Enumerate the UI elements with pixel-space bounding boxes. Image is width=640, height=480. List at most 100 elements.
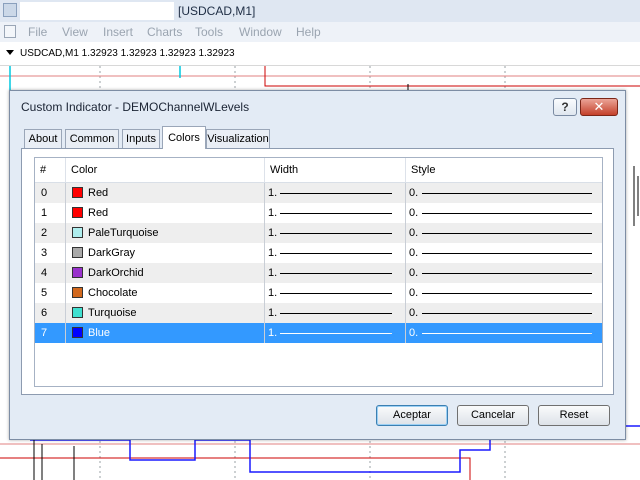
- tab-visualization[interactable]: Visualization: [206, 129, 270, 149]
- table-row[interactable]: 5 Chocolate 1. 0.: [35, 283, 602, 303]
- style-value[interactable]: 0.: [409, 183, 418, 203]
- style-line-preview: [422, 333, 592, 334]
- style-value[interactable]: 0.: [409, 303, 418, 323]
- color-name: Red: [88, 187, 109, 199]
- menu-charts[interactable]: Charts: [147, 25, 182, 39]
- window-title: [USDCAD,M1]: [178, 4, 256, 18]
- colors-list[interactable]: # Color Width Style 0 Red 1. 0. 1 Red 1. 0. 2 Pal…: [34, 157, 603, 387]
- chart-menu-arrow-icon[interactable]: [6, 50, 14, 55]
- ok-button[interactable]: Aceptar: [376, 405, 448, 426]
- color-picker-cell[interactable]: Red: [69, 183, 267, 203]
- column-header-width[interactable]: Width: [265, 158, 405, 182]
- color-name: DarkOrchid: [88, 267, 144, 279]
- width-line-preview: [280, 273, 392, 274]
- color-swatch: [72, 187, 83, 198]
- column-header-color[interactable]: Color: [66, 158, 264, 182]
- table-row[interactable]: 7 Blue 1. 0.: [35, 323, 602, 343]
- width-value[interactable]: 1.: [268, 323, 277, 343]
- width-value[interactable]: 1.: [268, 183, 277, 203]
- color-name: DarkGray: [88, 247, 136, 259]
- table-row[interactable]: 3 DarkGray 1. 0.: [35, 243, 602, 263]
- color-picker-cell[interactable]: Blue: [69, 323, 267, 343]
- width-line-preview: [280, 233, 392, 234]
- row-index: 5: [41, 287, 48, 299]
- menu-view[interactable]: View: [62, 25, 88, 39]
- style-value[interactable]: 0.: [409, 263, 418, 283]
- color-name: Turquoise: [88, 307, 137, 319]
- custom-indicator-dialog: Custom Indicator - DEMOChannelWLevels ? …: [9, 90, 626, 440]
- color-swatch: [72, 207, 83, 218]
- table-row[interactable]: 0 Red 1. 0.: [35, 183, 602, 203]
- width-value[interactable]: 1.: [268, 283, 277, 303]
- style-line-preview: [422, 193, 592, 194]
- help-button[interactable]: ?: [553, 98, 577, 116]
- column-header-index[interactable]: #: [35, 158, 65, 182]
- table-row[interactable]: 6 Turquoise 1. 0.: [35, 303, 602, 323]
- row-index: 0: [41, 187, 48, 199]
- style-line-preview: [422, 273, 592, 274]
- color-swatch: [72, 227, 83, 238]
- dialog-title: Custom Indicator - DEMOChannelWLevels: [21, 100, 250, 114]
- width-value[interactable]: 1.: [268, 303, 277, 323]
- title-redacted-area: [20, 2, 174, 20]
- width-value[interactable]: 1.: [268, 223, 277, 243]
- menu-bar: File View Insert Charts Tools Window Hel…: [0, 22, 640, 42]
- cancel-button[interactable]: Cancelar: [457, 405, 529, 426]
- width-value[interactable]: 1.: [268, 243, 277, 263]
- style-line-preview: [422, 213, 592, 214]
- menu-window[interactable]: Window: [239, 25, 282, 39]
- color-swatch: [72, 307, 83, 318]
- width-line-preview: [280, 193, 392, 194]
- table-row[interactable]: 1 Red 1. 0.: [35, 203, 602, 223]
- color-swatch: [72, 247, 83, 258]
- table-row[interactable]: 2 PaleTurquoise 1. 0.: [35, 223, 602, 243]
- width-value[interactable]: 1.: [268, 263, 277, 283]
- color-picker-cell[interactable]: DarkOrchid: [69, 263, 267, 283]
- tab-about[interactable]: About: [24, 129, 62, 149]
- chart-symbol-label: USDCAD,M1 1.32923 1.32923 1.32923 1.3292…: [20, 48, 235, 59]
- menu-file[interactable]: File: [28, 25, 47, 39]
- reset-button[interactable]: Reset: [538, 405, 610, 426]
- style-value[interactable]: 0.: [409, 203, 418, 223]
- style-value[interactable]: 0.: [409, 323, 418, 343]
- width-line-preview: [280, 253, 392, 254]
- style-line-preview: [422, 233, 592, 234]
- menu-insert[interactable]: Insert: [103, 25, 133, 39]
- color-picker-cell[interactable]: DarkGray: [69, 243, 267, 263]
- table-row[interactable]: 4 DarkOrchid 1. 0.: [35, 263, 602, 283]
- color-name: Blue: [88, 327, 111, 339]
- style-value[interactable]: 0.: [409, 223, 418, 243]
- row-index: 7: [41, 327, 48, 339]
- width-line-preview: [280, 213, 392, 214]
- color-picker-cell[interactable]: Red: [69, 203, 267, 223]
- color-swatch: [72, 267, 83, 278]
- color-picker-cell[interactable]: Turquoise: [69, 303, 267, 323]
- style-value[interactable]: 0.: [409, 283, 418, 303]
- tab-inputs[interactable]: Inputs: [122, 129, 160, 149]
- width-value[interactable]: 1.: [268, 203, 277, 223]
- color-swatch: [72, 327, 83, 338]
- style-line-preview: [422, 313, 592, 314]
- color-picker-cell[interactable]: Chocolate: [69, 283, 267, 303]
- style-value[interactable]: 0.: [409, 243, 418, 263]
- app-icon: [3, 3, 17, 17]
- row-index: 4: [41, 267, 48, 279]
- color-name: Chocolate: [88, 287, 138, 299]
- color-name: Red: [88, 207, 109, 219]
- row-index: 1: [41, 207, 48, 219]
- close-button[interactable]: ✕: [580, 98, 618, 116]
- color-swatch: [72, 287, 83, 298]
- title-bar: [USDCAD,M1]: [0, 0, 640, 22]
- row-index: 3: [41, 247, 48, 259]
- tab-common[interactable]: Common: [65, 129, 119, 149]
- menu-tools[interactable]: Tools: [195, 25, 223, 39]
- list-header: # Color Width Style: [35, 158, 602, 183]
- width-line-preview: [280, 293, 392, 294]
- row-index: 6: [41, 307, 48, 319]
- menu-help[interactable]: Help: [296, 25, 321, 39]
- tab-colors[interactable]: Colors: [162, 126, 206, 149]
- column-header-style[interactable]: Style: [406, 158, 602, 182]
- row-index: 2: [41, 227, 48, 239]
- style-line-preview: [422, 293, 592, 294]
- color-picker-cell[interactable]: PaleTurquoise: [69, 223, 267, 243]
